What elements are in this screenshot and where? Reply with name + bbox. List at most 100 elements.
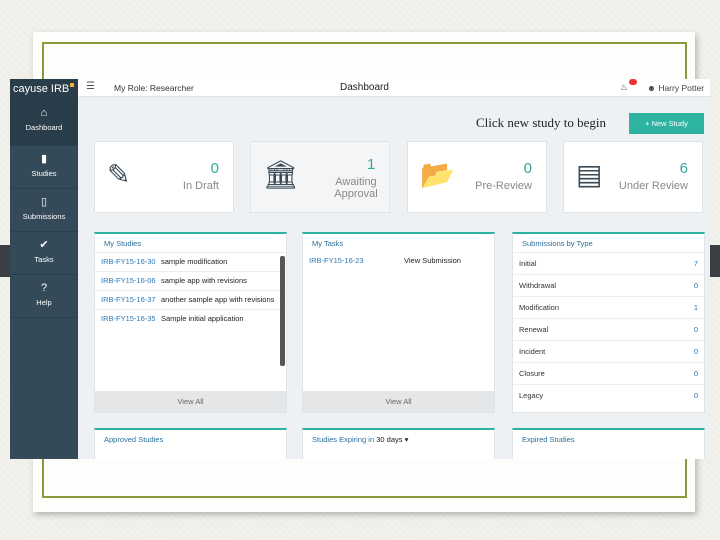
stat-card-in-draft[interactable]: ✎ 0 In Draft	[94, 141, 234, 213]
table-row[interactable]: Initial 7	[513, 252, 704, 274]
submissions-by-type-panel: Submissions by Type Initial 7 Withdrawal 0…	[512, 232, 705, 413]
stat-card-awaiting-approval[interactable]: 🏛 1 Awaiting Approval	[250, 141, 390, 213]
top-bar: ☰ My Role: Researcher Dashboard ♨ ☻ Harr…	[78, 79, 710, 97]
table-row[interactable]: Renewal 0	[513, 318, 704, 340]
task-action: View Submission	[404, 256, 461, 265]
table-row[interactable]: Legacy 0	[513, 384, 704, 406]
folder-icon: ▮	[40, 153, 48, 165]
app-window: cayuse IRB ⌂ Dashboard ▮ Studies ▯ Submi…	[10, 79, 710, 459]
page-title: Dashboard	[340, 82, 389, 93]
sidebar-item-label: Submissions	[22, 212, 66, 221]
hamburger-menu-icon[interactable]: ☰	[86, 81, 95, 92]
type-label: Modification	[519, 303, 560, 312]
type-count: 0	[693, 369, 698, 378]
expiring-range-select[interactable]: 30 days ▾	[376, 435, 408, 444]
type-label: Legacy	[519, 391, 544, 400]
list-icon: ▤	[576, 159, 603, 190]
stat-count: 6	[679, 160, 688, 177]
studies-expiring-panel: Studies Expiring in 30 days ▾	[302, 428, 495, 459]
stat-count: 1	[367, 156, 376, 173]
panel-title: Submissions by Type	[522, 239, 593, 248]
notification-badge	[629, 79, 637, 85]
document-icon: ▯	[40, 196, 48, 208]
sidebar-item-label: Help	[36, 298, 52, 307]
folder-open-icon: 📂	[420, 159, 455, 190]
logo-text: cayuse IRB	[13, 83, 70, 95]
new-study-button[interactable]: + New Study	[629, 113, 704, 134]
role-label: My Role: Researcher	[114, 83, 194, 93]
my-studies-panel: My Studies IRB-FY15-16-30 sample modific…	[94, 232, 287, 413]
type-label: Renewal	[519, 325, 549, 334]
type-count: 0	[693, 281, 698, 290]
approved-studies-panel: Approved Studies	[94, 428, 287, 459]
list-item[interactable]: IRB-FY15-16-37 another sample app with r…	[95, 290, 286, 309]
chevron-down-icon: ▾	[404, 435, 409, 444]
view-all-button[interactable]: View All	[303, 391, 494, 412]
study-name: sample app with revisions	[161, 276, 247, 285]
user-menu[interactable]: ☻ Harry Potter	[647, 83, 704, 93]
sidebar-item-dashboard[interactable]: ⌂ Dashboard	[10, 100, 78, 146]
type-count: 0	[693, 347, 698, 356]
scrollbar[interactable]	[280, 256, 285, 366]
view-all-button[interactable]: View All	[95, 391, 286, 412]
type-count: 0	[693, 391, 698, 400]
panel-title: My Tasks	[312, 239, 344, 248]
stat-label: In Draft	[182, 180, 219, 192]
panel-title: Studies Expiring in 30 days ▾	[303, 430, 494, 448]
notification-bell-icon[interactable]: ♨	[620, 82, 628, 93]
expired-studies-panel: Expired Studies	[512, 428, 705, 459]
instruction-hint: Click new study to begin	[476, 115, 606, 130]
table-row[interactable]: Closure 0	[513, 362, 704, 384]
type-label: Withdrawal	[519, 281, 557, 290]
my-tasks-panel: My Tasks IRB-FY15-16-23 View Submission …	[302, 232, 495, 413]
user-name: Harry Potter	[658, 83, 705, 93]
pencil-icon: ✎	[107, 159, 131, 190]
stat-label: Pre-Review	[475, 180, 532, 192]
study-id-link[interactable]: IRB-FY15-16-37	[101, 295, 161, 305]
study-name: sample modification	[161, 257, 228, 266]
study-id-link[interactable]: IRB-FY15-16-30	[101, 257, 161, 267]
stat-count: 0	[210, 160, 219, 177]
type-count: 1	[693, 303, 698, 312]
task-id-link[interactable]: IRB-FY15-16-23	[309, 256, 404, 266]
study-id-link[interactable]: IRB-FY15-16-06	[101, 276, 161, 286]
stat-card-under-review[interactable]: ▤ 6 Under Review	[563, 141, 703, 213]
type-label: Incident	[519, 347, 546, 356]
sidebar-item-submissions[interactable]: ▯ Submissions	[10, 189, 78, 232]
sidebar: cayuse IRB ⌂ Dashboard ▮ Studies ▯ Submi…	[10, 79, 78, 459]
sidebar-item-studies[interactable]: ▮ Studies	[10, 146, 78, 189]
sidebar-item-label: Studies	[31, 169, 57, 178]
study-id-link[interactable]: IRB-FY15-16-35	[101, 314, 161, 324]
stat-card-pre-review[interactable]: 📂 0 Pre-Review	[407, 141, 547, 213]
app-logo[interactable]: cayuse IRB	[10, 79, 78, 100]
type-count: 0	[693, 325, 698, 334]
table-row[interactable]: Incident 0	[513, 340, 704, 362]
question-icon: ?	[40, 282, 48, 294]
panel-title: Approved Studies	[104, 435, 164, 444]
type-count: 7	[693, 259, 698, 268]
institution-icon: 🏛	[263, 159, 299, 190]
study-name: Sample initial application	[161, 314, 244, 323]
type-label: Closure	[519, 369, 545, 378]
list-item[interactable]: IRB-FY15-16-23 View Submission	[303, 252, 494, 270]
panel-title-text: Studies Expiring in	[312, 435, 375, 444]
panel-title: Expired Studies	[522, 435, 575, 444]
expiring-range-value: 30 days	[376, 435, 403, 444]
sidebar-item-label: Dashboard	[25, 123, 63, 132]
sidebar-item-label: Tasks	[34, 255, 54, 264]
panel-title: My Studies	[104, 239, 142, 248]
table-row[interactable]: Withdrawal 0	[513, 274, 704, 296]
logo-dot	[70, 83, 75, 87]
sidebar-item-help[interactable]: ? Help	[10, 275, 78, 318]
stat-label: Awaiting Approval	[334, 176, 378, 200]
study-name: another sample app with revisions	[161, 295, 275, 304]
checkmark-icon: ✔	[39, 239, 49, 251]
stat-count: 0	[523, 160, 532, 177]
list-item[interactable]: IRB-FY15-16-06 sample app with revisions	[95, 271, 286, 290]
sidebar-item-tasks[interactable]: ✔ Tasks	[10, 232, 78, 275]
list-item[interactable]: IRB-FY15-16-30 sample modification	[95, 252, 286, 271]
table-row[interactable]: Modification 1	[513, 296, 704, 318]
stat-label: Under Review	[618, 180, 688, 192]
home-icon: ⌂	[40, 107, 48, 119]
list-item[interactable]: IRB-FY15-16-35 Sample initial applicatio…	[95, 309, 286, 328]
